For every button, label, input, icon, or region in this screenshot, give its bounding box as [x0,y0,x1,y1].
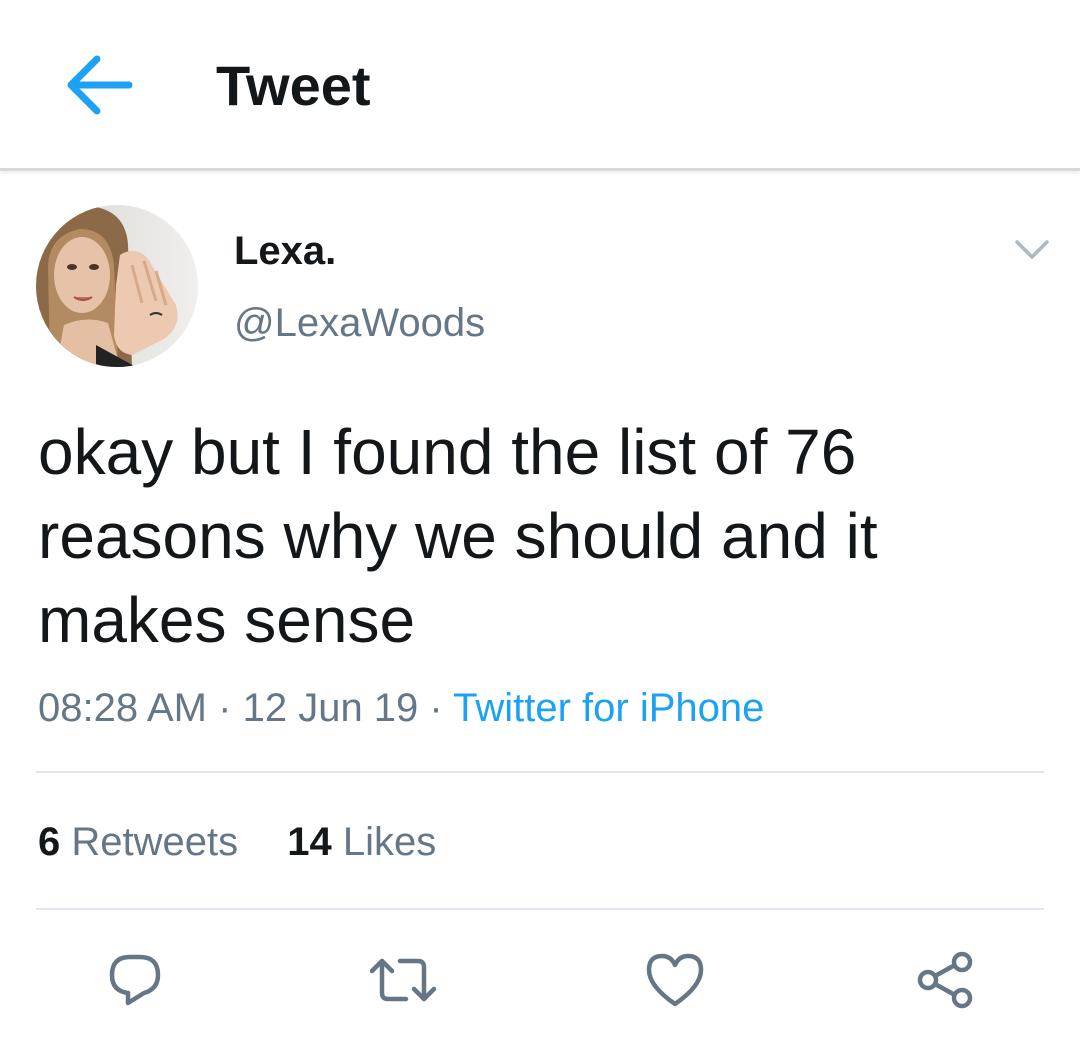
likes-label: Likes [342,820,437,864]
share-button[interactable] [910,945,980,1015]
share-icon [917,951,973,1009]
back-button[interactable] [50,40,146,130]
likes-count: 14 [287,820,332,864]
page-title: Tweet [216,54,371,117]
tweet-source-link[interactable]: Twitter for iPhone [453,686,764,730]
divider [36,908,1044,910]
reply-button[interactable] [100,945,170,1015]
retweet-icon [369,958,437,1002]
tweet-time: 08:28 AM [38,686,208,730]
avatar[interactable] [36,205,198,367]
heart-icon [646,953,704,1007]
separator-dot: · [429,686,443,730]
tweet-text: okay but I found the list of 76 reasons … [38,416,878,656]
retweet-button[interactable] [368,945,438,1015]
arrow-left-icon [67,55,133,115]
display-name[interactable]: Lexa. [234,226,336,276]
username[interactable]: @LexaWoods [234,298,485,348]
reply-icon [109,954,161,1006]
profile-photo [36,205,198,367]
tweet-date: 12 Jun 19 [242,686,419,730]
likes-stat[interactable]: 14 Likes [287,814,436,870]
retweets-count: 6 [38,820,61,864]
tweet-stats: 6 Retweets 14 Likes [38,814,436,870]
tweet-metadata: 08:28 AM · 12 Jun 19 · Twitter for iPhon… [38,680,764,736]
tweet-options-button[interactable] [1006,228,1058,272]
top-app-bar: Tweet [0,0,1080,171]
retweets-label: Retweets [71,820,239,864]
divider [36,771,1044,773]
retweets-stat[interactable]: 6 Retweets [38,814,238,870]
separator-dot: · [218,686,232,730]
like-button[interactable] [640,945,710,1015]
chevron-down-icon [1015,240,1049,259]
